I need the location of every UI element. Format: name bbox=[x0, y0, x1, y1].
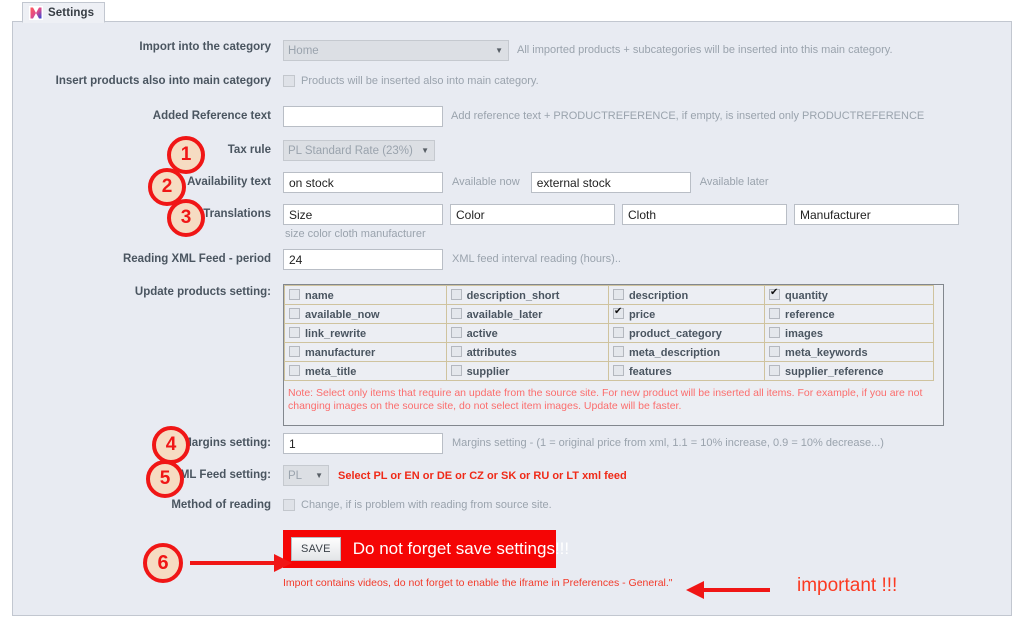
annotation-marker-3: 3 bbox=[167, 199, 205, 237]
annotation-arrow-save bbox=[190, 554, 770, 599]
annotation-marker-6: 6 bbox=[143, 543, 183, 583]
annotation-marker-4: 4 bbox=[152, 426, 190, 464]
annotation-marker-5: 5 bbox=[146, 460, 184, 498]
